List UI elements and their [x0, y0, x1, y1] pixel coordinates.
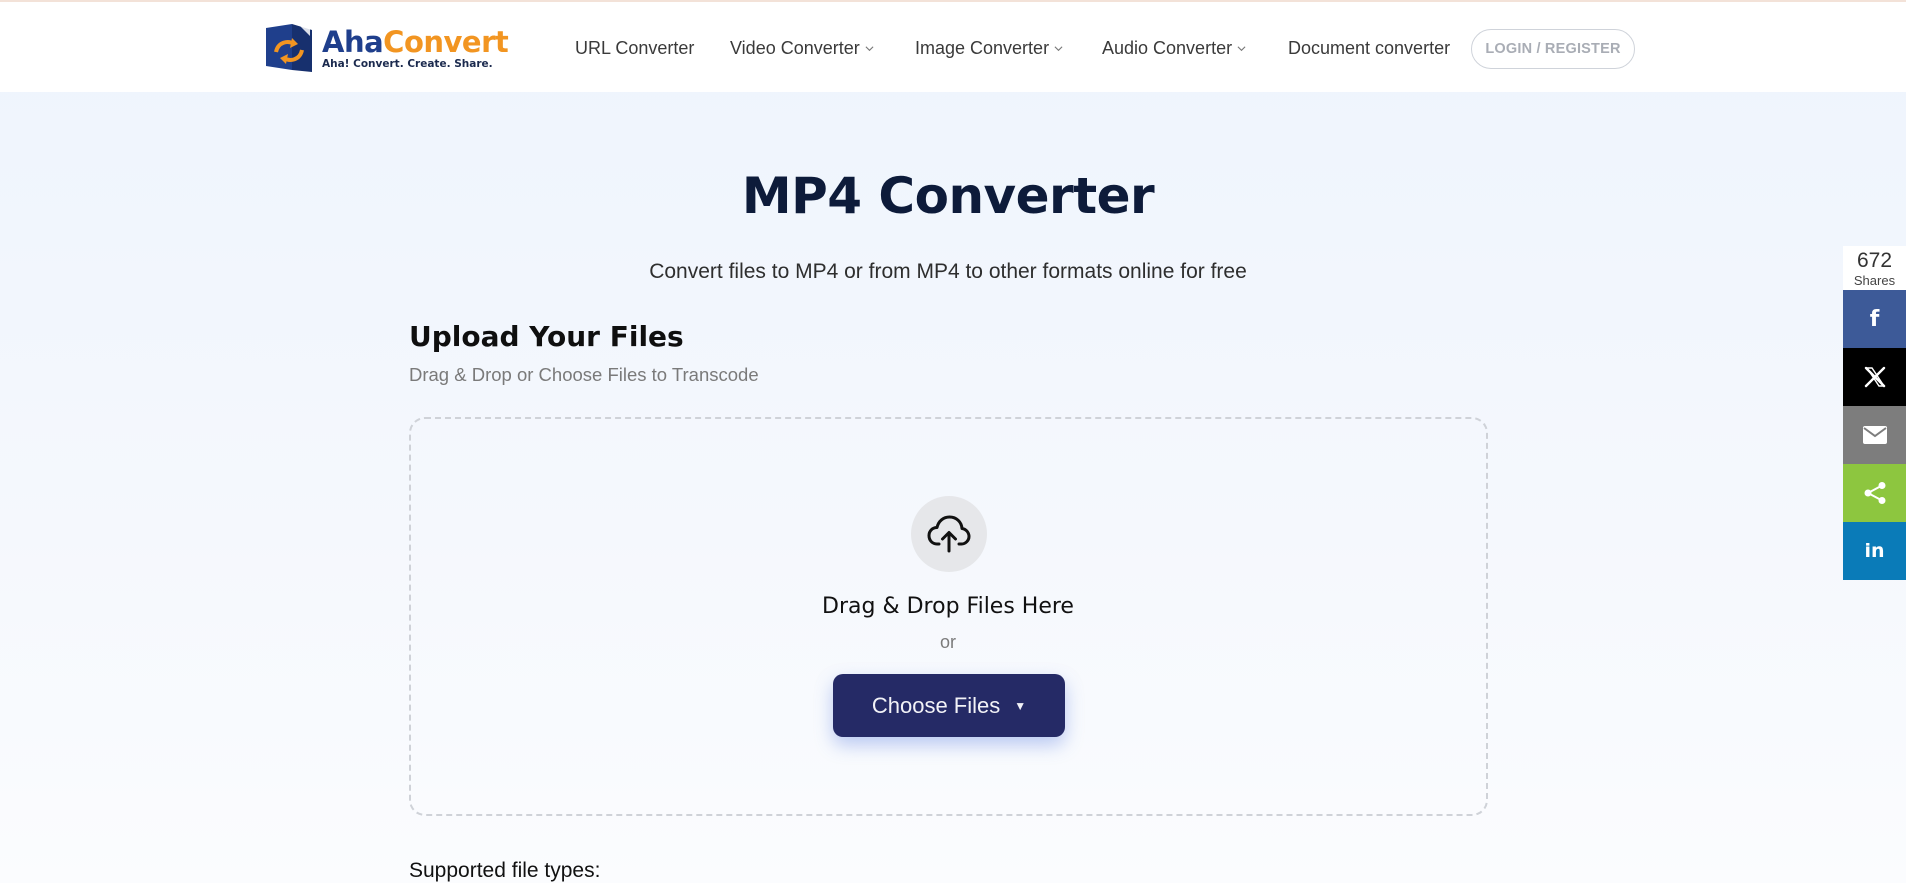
site-header: AhaConvert Aha! Convert. Create. Share. …: [0, 0, 1906, 92]
or-separator: or: [939, 632, 956, 652]
share-email-button[interactable]: [1843, 406, 1906, 464]
nav-video-converter[interactable]: Video Converter: [730, 38, 874, 59]
nav-image-converter[interactable]: Image Converter: [915, 38, 1063, 59]
cloud-upload-icon[interactable]: [911, 496, 987, 572]
main-nav: URL Converter Video Converter Image Conv…: [0, 2, 1906, 94]
chevron-down-icon: [1237, 46, 1246, 52]
nav-label: Video Converter: [730, 38, 860, 58]
x-icon: [1864, 366, 1885, 388]
share-more-button[interactable]: [1843, 464, 1906, 522]
facebook-icon: f: [1869, 306, 1880, 332]
share-count: 672 Shares: [1843, 246, 1906, 290]
share-facebook-button[interactable]: f: [1843, 290, 1906, 348]
nav-url-converter[interactable]: URL Converter: [575, 38, 694, 59]
share-linkedin-button[interactable]: in: [1843, 522, 1906, 580]
upload-heading: Upload Your Files: [409, 320, 684, 353]
upload-subheading: Drag & Drop or Choose Files to Transcode: [409, 364, 759, 385]
linkedin-icon: in: [1864, 540, 1885, 562]
page-subtitle: Convert files to MP4 or from MP4 to othe…: [649, 260, 1247, 283]
chevron-down-icon: [1054, 46, 1063, 52]
caret-down-icon: ▼: [1014, 698, 1027, 713]
nav-label: URL Converter: [575, 38, 695, 58]
nav-label: Image Converter: [915, 38, 1050, 58]
chevron-down-icon: [865, 46, 874, 52]
choose-files-label: Choose Files: [871, 692, 1001, 718]
nav-label: Audio Converter: [1102, 38, 1233, 58]
drop-files-text: Drag & Drop Files Here: [822, 594, 1074, 619]
share-count-label: Shares: [1853, 273, 1896, 288]
share-count-number: 672: [1856, 249, 1893, 272]
share-x-button[interactable]: [1843, 348, 1906, 406]
login-register-button[interactable]: LOGIN / REGISTER: [1471, 29, 1635, 69]
supported-file-types-label: Supported file types:: [409, 859, 601, 882]
share-icon: [1864, 482, 1885, 504]
nav-audio-converter[interactable]: Audio Converter: [1102, 38, 1246, 59]
nav-label: Document converter: [1288, 38, 1451, 58]
choose-files-button[interactable]: Choose Files ▼: [833, 674, 1065, 737]
nav-document-converter[interactable]: Document converter: [1288, 38, 1450, 59]
page-title: MP4 Converter: [741, 167, 1155, 225]
email-icon: [1862, 426, 1887, 444]
